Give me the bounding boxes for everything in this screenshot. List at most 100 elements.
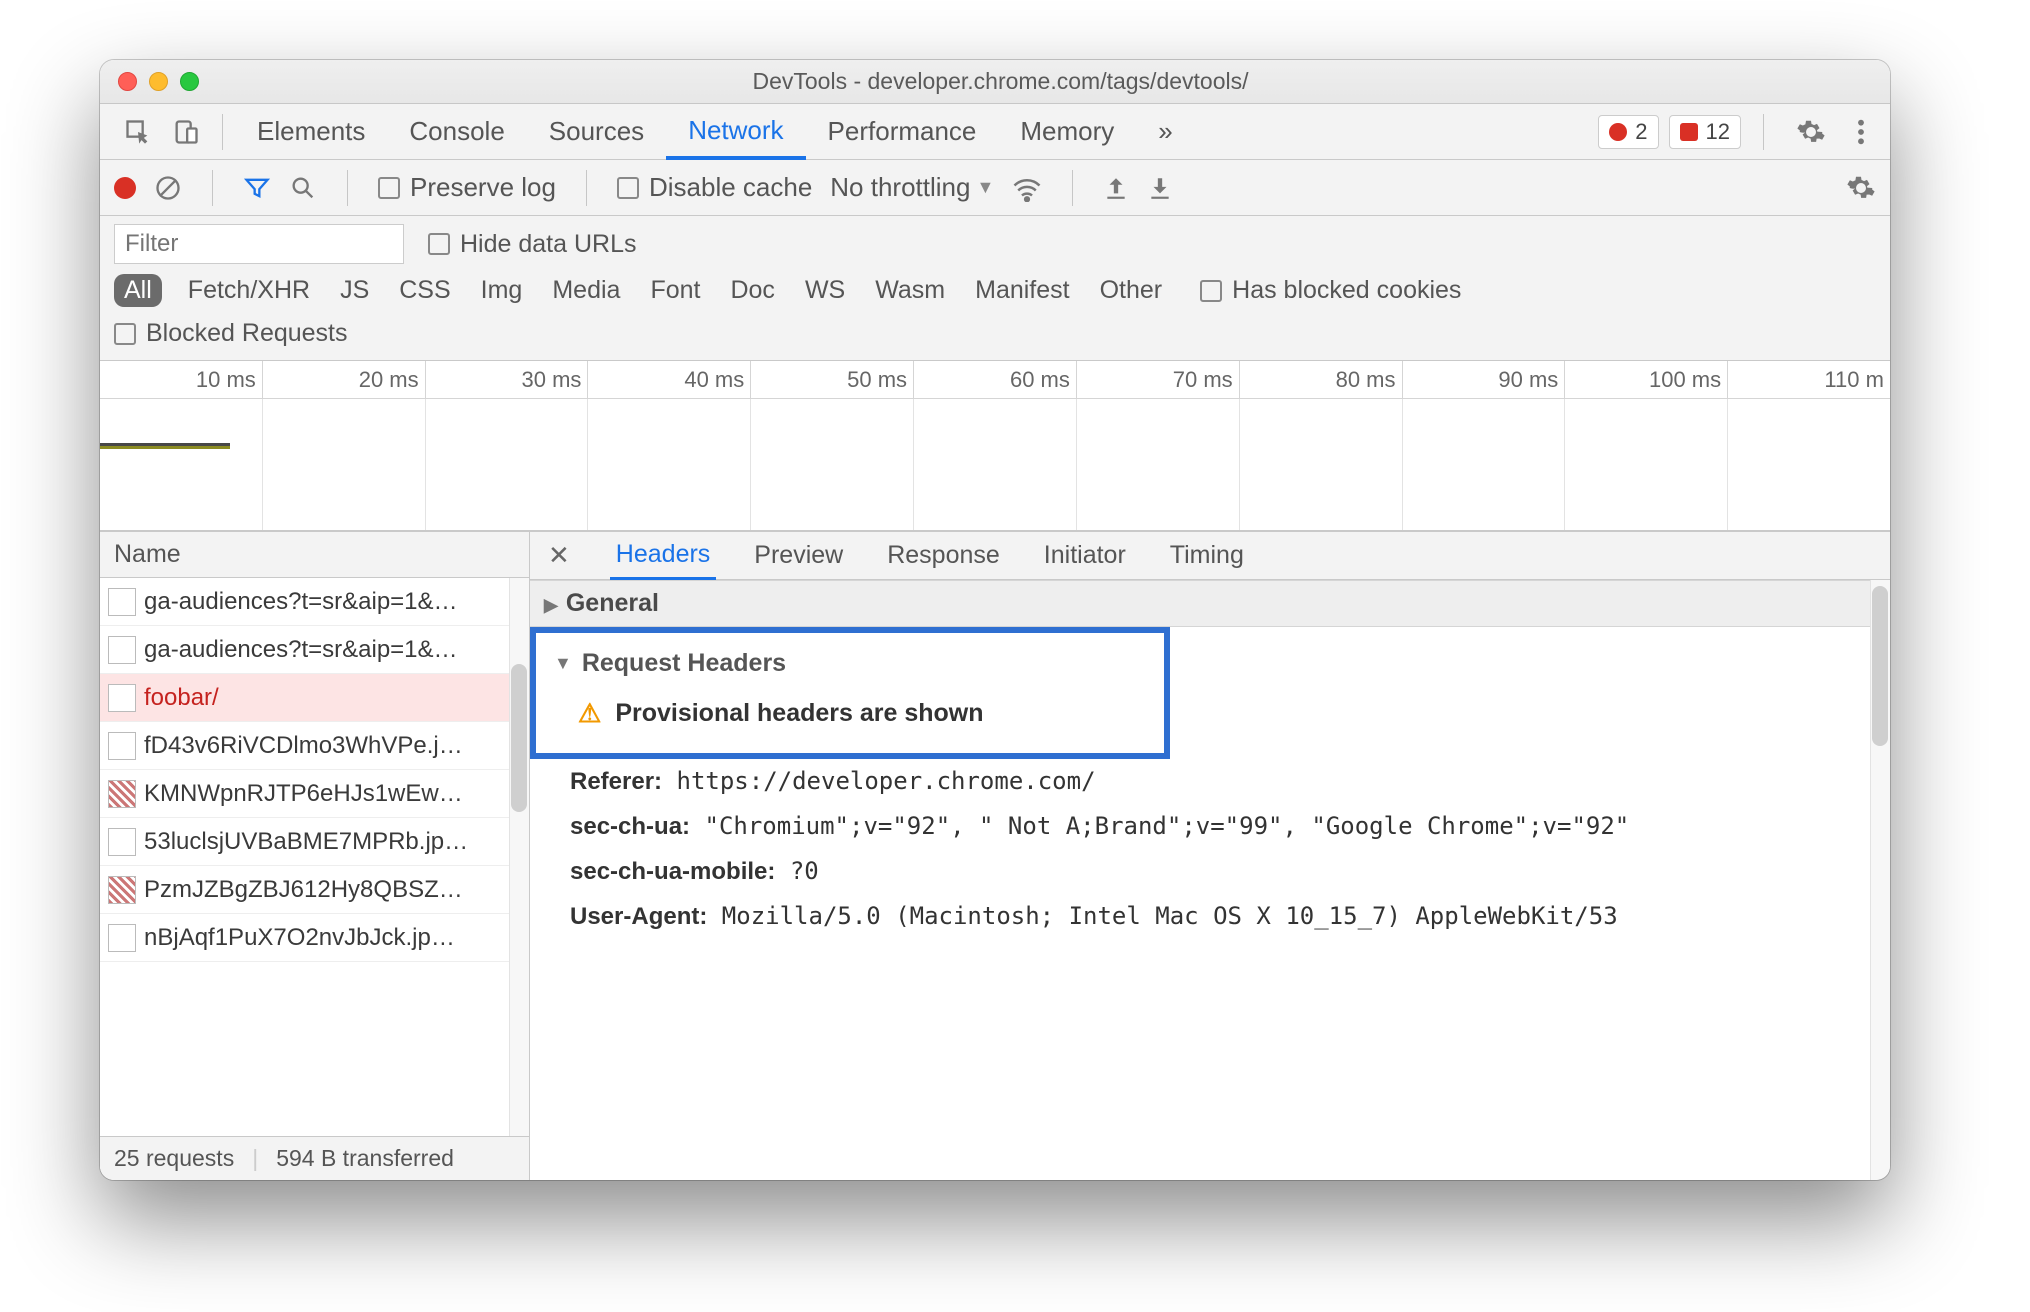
error-square-count: 12	[1706, 119, 1730, 145]
device-toggle-icon[interactable]	[162, 112, 210, 152]
zoom-window-button[interactable]	[180, 72, 199, 91]
tabs-overflow-icon[interactable]: »	[1136, 104, 1194, 160]
chevron-down-icon: ▼	[554, 653, 572, 674]
blocked-requests-checkbox[interactable]: Blocked Requests	[114, 319, 348, 348]
window-controls	[118, 72, 199, 91]
error-circle-count: 2	[1635, 119, 1647, 145]
request-headers-section-header[interactable]: ▼ Request Headers	[554, 649, 1146, 678]
record-button[interactable]	[114, 177, 136, 199]
request-row[interactable]: 53luclsjUVBaBME7MPRb.jp…	[100, 818, 529, 866]
filter-type-doc[interactable]: Doc	[726, 274, 778, 307]
filter-type-css[interactable]: CSS	[395, 274, 454, 307]
search-icon[interactable]	[289, 174, 317, 202]
tab-sources[interactable]: Sources	[527, 104, 666, 160]
tab-console[interactable]: Console	[387, 104, 526, 160]
filter-toggle-icon[interactable]	[243, 174, 271, 202]
filter-type-other[interactable]: Other	[1096, 274, 1167, 307]
devtools-window: DevTools - developer.chrome.com/tags/dev…	[100, 60, 1890, 1180]
filter-type-manifest[interactable]: Manifest	[971, 274, 1073, 307]
filter-type-font[interactable]: Font	[646, 274, 704, 307]
warning-icon: ⚠	[578, 698, 601, 729]
kebab-menu-icon[interactable]	[1846, 112, 1876, 152]
request-name: 53luclsjUVBaBME7MPRb.jp…	[144, 828, 468, 856]
disable-cache-label: Disable cache	[649, 172, 812, 203]
request-list-header[interactable]: Name	[100, 532, 529, 578]
tab-memory[interactable]: Memory	[998, 104, 1136, 160]
request-row[interactable]: foobar/	[100, 674, 529, 722]
timeline-tick: 40 ms	[588, 361, 751, 398]
filter-type-wasm[interactable]: Wasm	[871, 274, 949, 307]
filter-type-media[interactable]: Media	[548, 274, 624, 307]
detail-tabs: ✕ Headers Preview Response Initiator Tim…	[530, 532, 1890, 580]
settings-gear-icon[interactable]	[1786, 111, 1836, 153]
devtools-top-bar: Elements Console Sources Network Perform…	[100, 104, 1890, 160]
filter-type-ws[interactable]: WS	[801, 274, 849, 307]
network-timeline[interactable]: 10 ms 20 ms 30 ms 40 ms 50 ms 60 ms 70 m…	[100, 361, 1890, 531]
close-detail-icon[interactable]: ✕	[540, 540, 578, 571]
request-row[interactable]: ga-audiences?t=sr&aip=1&…	[100, 578, 529, 626]
detail-tab-headers[interactable]: Headers	[610, 532, 717, 580]
filter-type-js[interactable]: JS	[336, 274, 373, 307]
request-thumbnail-icon	[108, 588, 136, 616]
detail-tab-initiator[interactable]: Initiator	[1038, 532, 1132, 580]
filter-bar: Hide data URLs All Fetch/XHR JS CSS Img …	[100, 216, 1890, 361]
request-thumbnail-icon	[108, 876, 136, 904]
request-list-scrollbar[interactable]	[509, 578, 529, 1136]
request-row[interactable]: fD43v6RiVCDlmo3WhVPe.j…	[100, 722, 529, 770]
error-count-badge[interactable]: 2	[1598, 115, 1658, 149]
hide-data-urls-checkbox[interactable]: Hide data URLs	[428, 230, 636, 259]
network-settings-gear-icon[interactable]	[1846, 173, 1876, 203]
request-name: ga-audiences?t=sr&aip=1&…	[144, 588, 458, 616]
request-row[interactable]: KMNWpnRJTP6eHJs1wEw…	[100, 770, 529, 818]
timeline-tick: 50 ms	[751, 361, 914, 398]
preserve-log-checkbox[interactable]: Preserve log	[378, 172, 556, 203]
request-list[interactable]: ga-audiences?t=sr&aip=1&… ga-audiences?t=…	[100, 578, 529, 1136]
timeline-tick: 100 ms	[1565, 361, 1728, 398]
filter-type-img[interactable]: Img	[477, 274, 527, 307]
header-row: sec-ch-ua: "Chromium";v="92", " Not A;Br…	[530, 804, 1890, 849]
request-row[interactable]: PzmJZBgZBJ612Hy8QBSZ…	[100, 866, 529, 914]
request-row[interactable]: ga-audiences?t=sr&aip=1&…	[100, 626, 529, 674]
has-blocked-cookies-checkbox[interactable]: Has blocked cookies	[1200, 276, 1461, 305]
minimize-window-button[interactable]	[149, 72, 168, 91]
clear-icon[interactable]	[154, 174, 182, 202]
filter-type-all[interactable]: All	[114, 274, 162, 307]
request-name: KMNWpnRJTP6eHJs1wEw…	[144, 780, 463, 808]
tab-elements[interactable]: Elements	[235, 104, 387, 160]
timeline-tick: 20 ms	[263, 361, 426, 398]
detail-body[interactable]: ▶General ▼ Request Headers ⚠ Provisional…	[530, 580, 1890, 1180]
tab-performance[interactable]: Performance	[806, 104, 999, 160]
error-circle-icon	[1609, 123, 1627, 141]
request-thumbnail-icon	[108, 828, 136, 856]
request-name: foobar/	[144, 684, 219, 712]
detail-tab-preview[interactable]: Preview	[748, 532, 849, 580]
timeline-tick: 110 m	[1728, 361, 1890, 398]
provisional-headers-highlight: ▼ Request Headers ⚠ Provisional headers …	[530, 627, 1170, 759]
detail-tab-timing[interactable]: Timing	[1164, 532, 1250, 580]
issue-count-badge[interactable]: 12	[1669, 115, 1741, 149]
throttling-select[interactable]: No throttling ▼	[830, 172, 994, 203]
inspect-element-icon[interactable]	[114, 112, 162, 152]
filter-input[interactable]	[114, 224, 404, 264]
filter-type-fetch-xhr[interactable]: Fetch/XHR	[184, 274, 314, 307]
window-title: DevTools - developer.chrome.com/tags/dev…	[211, 68, 1790, 95]
request-name: nBjAqf1PuX7O2nvJbJck.jp…	[144, 924, 455, 952]
request-thumbnail-icon	[108, 684, 136, 712]
request-count: 25 requests	[114, 1145, 234, 1172]
download-har-icon[interactable]	[1147, 174, 1173, 202]
detail-scrollbar[interactable]	[1870, 580, 1890, 1180]
request-name: fD43v6RiVCDlmo3WhVPe.j…	[144, 732, 463, 760]
timeline-tick: 90 ms	[1403, 361, 1566, 398]
disable-cache-checkbox[interactable]: Disable cache	[617, 172, 812, 203]
network-split-view: Name ga-audiences?t=sr&aip=1&…ga-audienc…	[100, 531, 1890, 1180]
network-conditions-icon[interactable]	[1012, 174, 1042, 202]
detail-tab-response[interactable]: Response	[881, 532, 1006, 580]
tab-network[interactable]: Network	[666, 104, 805, 160]
request-row[interactable]: nBjAqf1PuX7O2nvJbJck.jp…	[100, 914, 529, 962]
request-name: PzmJZBgZBJ612Hy8QBSZ…	[144, 876, 463, 904]
general-section-header[interactable]: ▶General	[530, 580, 1890, 627]
close-window-button[interactable]	[118, 72, 137, 91]
upload-har-icon[interactable]	[1103, 174, 1129, 202]
header-value-sec-ch-ua: "Chromium";v="92", " Not A;Brand";v="99"…	[705, 812, 1630, 840]
titlebar: DevTools - developer.chrome.com/tags/dev…	[100, 60, 1890, 104]
